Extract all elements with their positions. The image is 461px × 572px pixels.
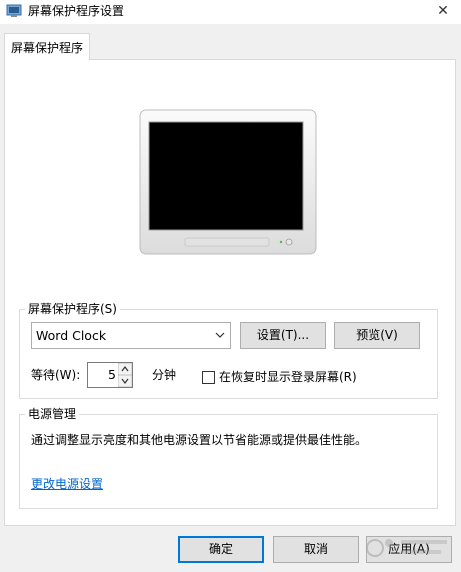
close-button[interactable]: ✕ bbox=[425, 0, 461, 22]
wait-label: 等待(W): bbox=[31, 368, 81, 382]
power-description: 通过调整显示亮度和其他电源设置以节省能源或提供最佳性能。 bbox=[31, 433, 368, 447]
monitor-preview-icon bbox=[139, 109, 317, 255]
cancel-button[interactable]: 取消 bbox=[273, 536, 359, 563]
title-bar[interactable]: 屏幕保护程序设置 ✕ bbox=[0, 0, 461, 24]
spin-up-icon[interactable] bbox=[118, 363, 132, 375]
screensaver-selected-value: Word Clock bbox=[36, 328, 107, 343]
power-group-label: 电源管理 bbox=[25, 407, 80, 421]
window-title: 屏幕保护程序设置 bbox=[28, 4, 125, 18]
resume-login-label[interactable]: 在恢复时显示登录屏幕(R) bbox=[219, 369, 357, 385]
wait-minutes-value: 5 bbox=[108, 367, 116, 382]
power-management-group: 电源管理 bbox=[19, 407, 438, 509]
wait-minutes-stepper[interactable]: 5 bbox=[87, 362, 133, 388]
spin-down-icon[interactable] bbox=[118, 375, 132, 387]
tab-label: 屏幕保护程序 bbox=[11, 41, 84, 55]
preview-button[interactable]: 预览(V) bbox=[334, 322, 420, 349]
tab-screensaver[interactable]: 屏幕保护程序 bbox=[4, 33, 90, 60]
chevron-down-icon bbox=[215, 332, 225, 338]
apply-button[interactable]: 应用(A) bbox=[366, 536, 452, 563]
screensaver-app-icon bbox=[6, 4, 22, 17]
close-icon: ✕ bbox=[437, 3, 449, 19]
settings-button[interactable]: 设置(T)... bbox=[240, 322, 326, 349]
change-power-settings-link[interactable]: 更改电源设置 bbox=[31, 475, 103, 492]
screensaver-select[interactable]: Word Clock bbox=[31, 322, 231, 349]
resume-login-checkbox[interactable] bbox=[202, 371, 215, 384]
ok-button[interactable]: 确定 bbox=[178, 536, 264, 563]
screensaver-group-label: 屏幕保护程序(S) bbox=[25, 302, 120, 316]
screensaver-settings-window: 屏幕保护程序设置 ✕ 屏幕保护程序 屏幕保护程序(S) Word Clock 设… bbox=[0, 0, 461, 572]
wait-unit-label: 分钟 bbox=[152, 368, 177, 382]
